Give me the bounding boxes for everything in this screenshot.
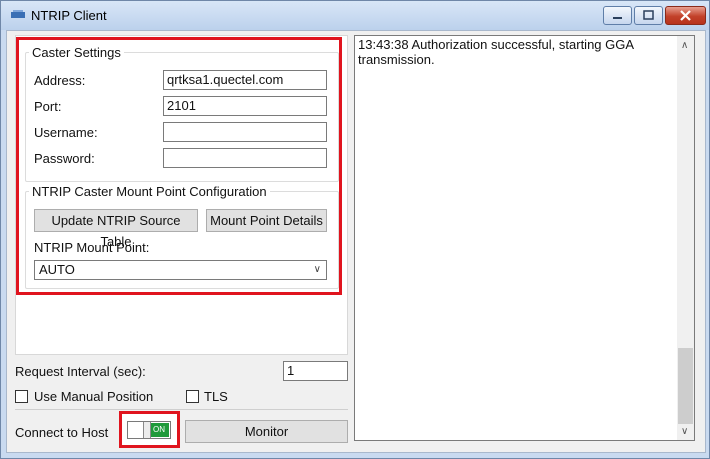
app-icon <box>11 10 25 18</box>
toggle-knob[interactable] <box>143 422 151 438</box>
divider <box>15 409 348 410</box>
minimize-button[interactable] <box>603 6 632 25</box>
log-output[interactable]: 13:43:38 Authorization successful, start… <box>354 35 695 441</box>
scroll-up-icon[interactable]: ∧ <box>681 40 688 51</box>
scroll-down-icon[interactable]: ∨ <box>681 426 688 437</box>
manual-position-checkbox[interactable] <box>15 390 28 403</box>
window-title: NTRIP Client <box>31 8 107 23</box>
request-interval-field[interactable]: 1 <box>283 361 348 381</box>
maximize-button[interactable] <box>634 6 663 25</box>
log-entry: 13:43:38 Authorization successful, start… <box>358 37 634 67</box>
maximize-icon <box>643 10 654 20</box>
connect-toggle[interactable]: ON <box>127 421 171 439</box>
tls-label: TLS <box>204 389 228 404</box>
monitor-button[interactable]: Monitor <box>185 420 348 443</box>
title-bar[interactable]: NTRIP Client <box>1 1 709 30</box>
connect-to-host-label: Connect to Host <box>15 425 109 440</box>
minimize-icon <box>613 17 622 19</box>
tls-checkbox[interactable] <box>186 390 199 403</box>
close-button[interactable] <box>665 6 706 25</box>
toggle-on-indicator: ON <box>149 423 169 437</box>
manual-position-label: Use Manual Position <box>34 389 154 404</box>
log-scrollbar[interactable]: ∧ ∨ <box>677 36 694 440</box>
scroll-thumb[interactable] <box>678 348 693 424</box>
request-interval-label: Request Interval (sec): <box>15 364 146 379</box>
settings-highlight-box <box>16 37 342 295</box>
close-icon <box>680 10 691 21</box>
